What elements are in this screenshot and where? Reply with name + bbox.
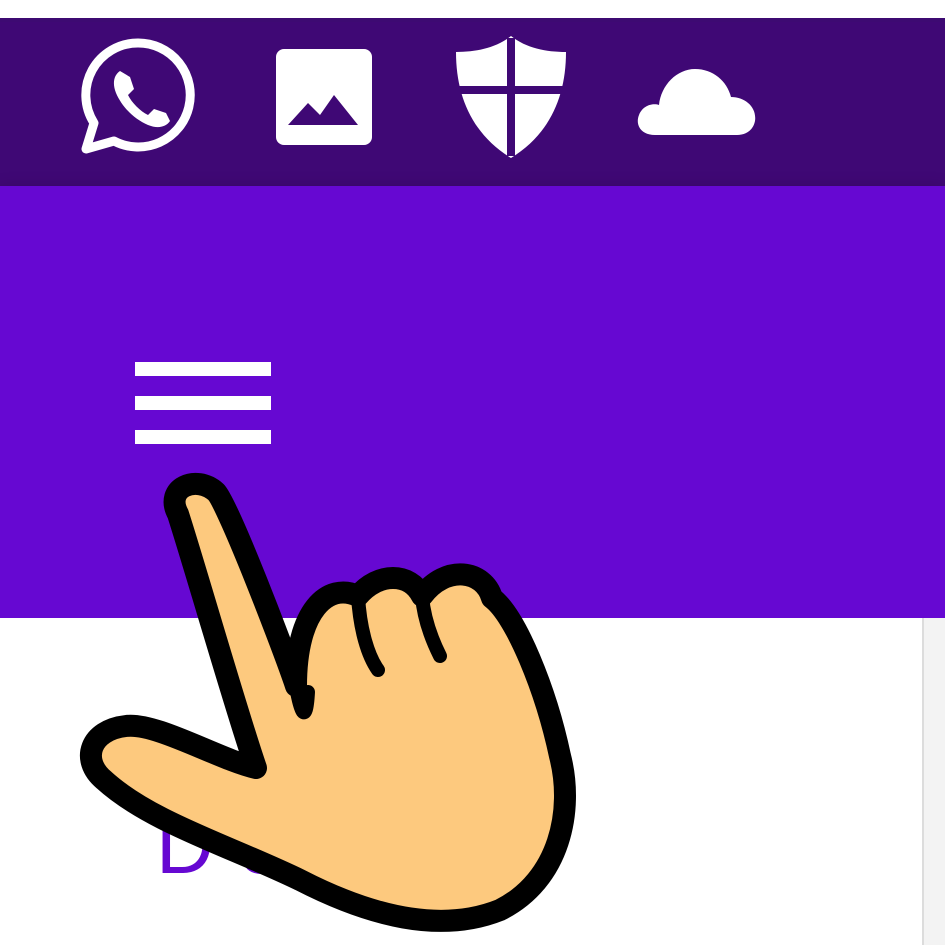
whatsapp-icon[interactable] (72, 32, 204, 162)
hamburger-menu-icon[interactable] (120, 344, 286, 462)
gallery-icon[interactable] (268, 32, 380, 162)
menu-line (135, 396, 271, 410)
top-edge (0, 0, 945, 22)
shield-icon[interactable] (448, 32, 574, 162)
status-bar (0, 22, 945, 186)
cloud-icon[interactable] (628, 32, 764, 162)
content-area (0, 618, 922, 945)
menu-line (135, 430, 271, 444)
article-title[interactable]: D 5 -... (156, 800, 412, 892)
menu-line (135, 362, 271, 376)
scrollbar[interactable] (922, 618, 945, 945)
